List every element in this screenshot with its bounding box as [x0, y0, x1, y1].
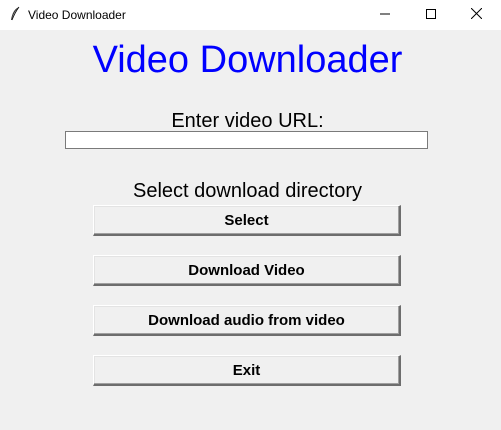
app-window: Video Downloader Video Downloader Enter …	[0, 0, 501, 430]
exit-button[interactable]: Exit	[93, 355, 401, 386]
page-title: Video Downloader	[92, 39, 403, 81]
url-label: Enter video URL:	[171, 110, 324, 132]
minimize-button[interactable]	[362, 0, 408, 30]
window-title: Video Downloader	[28, 8, 126, 22]
close-icon	[470, 6, 482, 24]
minimize-icon	[380, 6, 390, 24]
download-video-button[interactable]: Download Video	[93, 255, 401, 286]
download-audio-button[interactable]: Download audio from video	[93, 305, 401, 336]
maximize-icon	[426, 6, 436, 24]
title-bar[interactable]: Video Downloader	[0, 0, 501, 30]
select-directory-button[interactable]: Select	[93, 205, 401, 236]
maximize-button[interactable]	[408, 0, 454, 30]
close-button[interactable]	[453, 0, 499, 30]
url-input[interactable]	[65, 131, 428, 149]
directory-label: Select download directory	[132, 180, 362, 202]
feather-icon	[8, 6, 22, 22]
